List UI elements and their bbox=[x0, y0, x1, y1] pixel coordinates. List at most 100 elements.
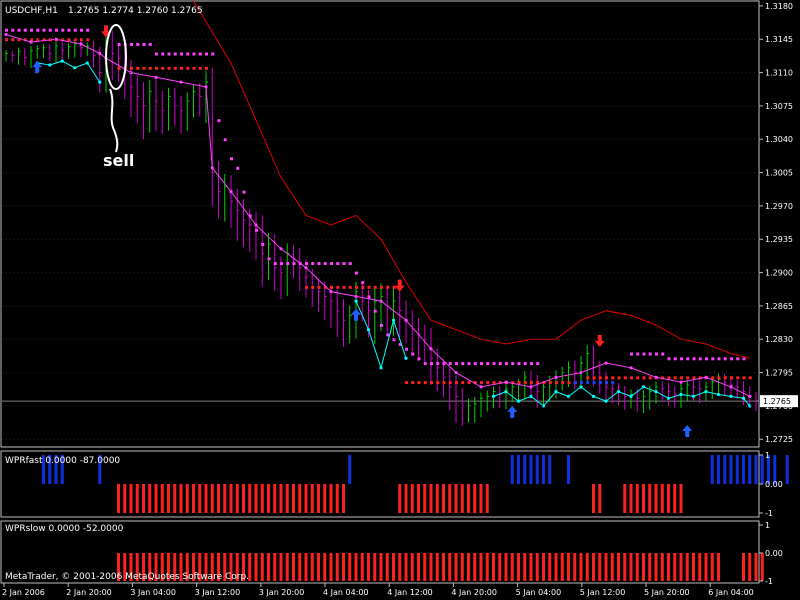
magenta-line-point bbox=[429, 347, 433, 351]
price-tick-label: 1.2900 bbox=[765, 269, 793, 278]
indicator-dot bbox=[173, 66, 177, 70]
indicator-dot bbox=[630, 352, 633, 356]
indicator-dot bbox=[361, 281, 365, 285]
indicator-dot bbox=[148, 43, 152, 46]
indicator-dot bbox=[348, 262, 352, 266]
current-price-label: 1.2765 bbox=[763, 397, 791, 406]
indicator-dot bbox=[186, 52, 190, 56]
indicator-dot bbox=[711, 376, 715, 380]
indicator-dot bbox=[361, 285, 365, 289]
time-tick-label: 5 Jan 20:00 bbox=[644, 588, 690, 597]
time-tick-label: 5 Jan 04:00 bbox=[516, 588, 562, 597]
time-tick-label: 5 Jan 12:00 bbox=[580, 588, 626, 597]
magenta-line-point bbox=[379, 299, 383, 303]
magenta-line-point bbox=[629, 366, 633, 370]
indicator-dot bbox=[736, 376, 740, 380]
indicator-dot bbox=[336, 285, 340, 289]
indicator-dot bbox=[680, 376, 683, 380]
indicator-dot bbox=[11, 38, 15, 42]
magenta-line-point bbox=[554, 375, 558, 379]
indicator-dot bbox=[461, 381, 465, 385]
indicator-dot bbox=[736, 357, 740, 361]
indicator-dot bbox=[573, 381, 577, 385]
price-tick-label: 1.2935 bbox=[765, 235, 793, 244]
indicator-dot bbox=[586, 376, 590, 380]
magenta-line-point bbox=[179, 80, 183, 84]
indicator-dot bbox=[417, 381, 421, 385]
indicator-dot bbox=[705, 357, 708, 361]
indicator-dot bbox=[673, 357, 677, 361]
indicator-dot bbox=[411, 352, 415, 356]
magenta-line-point bbox=[404, 318, 408, 322]
indicator-dot bbox=[142, 43, 146, 46]
indicator-dot bbox=[436, 381, 440, 385]
indicator-dot bbox=[173, 52, 177, 56]
indicator-dot bbox=[48, 28, 52, 32]
indicator-dot bbox=[723, 357, 727, 361]
magenta-line-point bbox=[329, 290, 333, 294]
indicator-dot bbox=[130, 66, 133, 70]
indicator-dot bbox=[155, 66, 158, 70]
indicator-dot bbox=[73, 28, 77, 32]
indicator-dot bbox=[480, 362, 483, 366]
indicator-dot bbox=[423, 362, 427, 366]
indicator-dot bbox=[586, 381, 590, 385]
indicator-dot bbox=[555, 381, 558, 385]
magenta-line-point bbox=[204, 85, 208, 89]
indicator-dot bbox=[311, 262, 315, 266]
indicator-dot bbox=[30, 28, 33, 32]
indicator-dot bbox=[167, 52, 171, 56]
indicator-dot bbox=[117, 66, 121, 70]
time-tick-label: 4 Jan 04:00 bbox=[323, 588, 369, 597]
magenta-line-point bbox=[79, 42, 83, 46]
magenta-line-point bbox=[279, 247, 283, 251]
indicator-dot bbox=[455, 381, 458, 385]
indicator-dot bbox=[305, 285, 308, 289]
magenta-line-point bbox=[679, 380, 683, 384]
indicator-dot bbox=[548, 381, 552, 385]
sell-label: sell bbox=[103, 151, 134, 170]
indicator-dot bbox=[480, 381, 483, 385]
indicator-dot bbox=[467, 362, 471, 366]
indicator-dot bbox=[611, 376, 615, 380]
indicator-dot bbox=[267, 257, 271, 261]
indicator-dot bbox=[23, 28, 27, 32]
indicator-dot bbox=[580, 381, 583, 385]
indicator-dot bbox=[473, 362, 477, 366]
indicator-dot bbox=[442, 381, 446, 385]
indicator-dot bbox=[448, 362, 452, 366]
indicator-dot bbox=[730, 376, 733, 380]
chart-symbol: USDCHF,H1 bbox=[5, 6, 58, 16]
indicator-dot bbox=[192, 66, 196, 70]
indicator-dot bbox=[561, 381, 565, 385]
indicator-dot bbox=[67, 28, 71, 32]
indicator-dot bbox=[230, 157, 233, 161]
indicator-dot bbox=[592, 376, 596, 380]
indicator-dot bbox=[205, 52, 208, 56]
magenta-line-point bbox=[154, 75, 158, 79]
indicator-dot bbox=[380, 285, 383, 289]
wprslow-axis-label: -1 bbox=[765, 577, 773, 586]
price-tick-label: 1.2865 bbox=[765, 302, 793, 311]
price-tick-label: 1.2725 bbox=[765, 435, 793, 444]
magenta-line-point bbox=[529, 385, 533, 389]
indicator-dot bbox=[61, 28, 65, 32]
indicator-dot bbox=[592, 381, 596, 385]
indicator-dot bbox=[198, 66, 202, 70]
wprslow-title: WPRslow 0.0000 -52.0000 bbox=[5, 524, 124, 534]
indicator-dot bbox=[748, 376, 752, 380]
magenta-line-point bbox=[654, 375, 658, 379]
wprfast-axis-label: 1 bbox=[765, 451, 770, 460]
time-tick-label: 2 Jan 2006 bbox=[2, 588, 45, 597]
copyright-label: MetaTrader, © 2001-2006 MetaQuotes Softw… bbox=[5, 572, 249, 582]
price-tick-label: 1.3005 bbox=[765, 169, 793, 178]
indicator-dot bbox=[636, 376, 640, 380]
indicator-dot bbox=[205, 66, 208, 70]
magenta-line-point bbox=[4, 32, 8, 37]
indicator-dot bbox=[692, 357, 696, 361]
indicator-dot bbox=[717, 357, 721, 361]
time-tick-label: 2 Jan 20:00 bbox=[66, 588, 112, 597]
indicator-dot bbox=[380, 323, 383, 327]
indicator-dot bbox=[330, 262, 333, 266]
indicator-dot bbox=[598, 381, 602, 385]
